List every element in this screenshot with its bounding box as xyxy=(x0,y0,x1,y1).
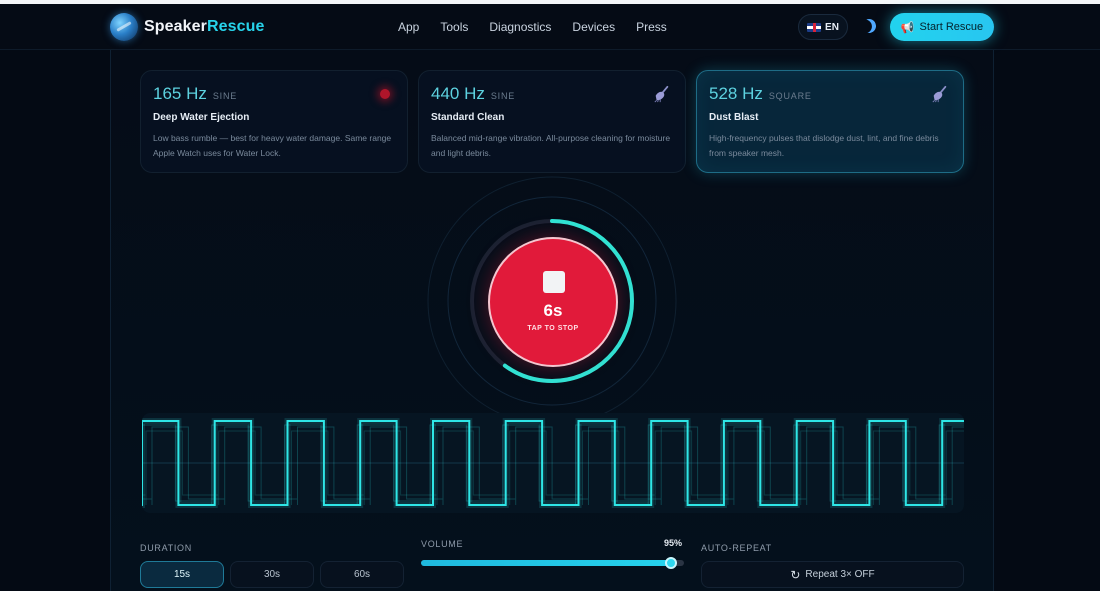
mode-frequency-value: 528 Hz xyxy=(709,84,763,103)
mode-card-standard-clean[interactable]: 440 Hz SINE Standard Clean Balanced mid-… xyxy=(418,70,686,173)
mode-wave-type: SINE xyxy=(490,91,516,101)
volume-label: VOLUME xyxy=(421,539,464,549)
language-selector[interactable]: EN xyxy=(798,14,848,40)
brand-name-part2: Rescue xyxy=(206,18,265,35)
stop-icon xyxy=(543,271,565,293)
volume-slider[interactable] xyxy=(421,557,684,569)
mode-frequency: 528 Hz SQUARE xyxy=(709,84,951,104)
auto-repeat-button-label: Repeat 3× OFF xyxy=(805,569,875,580)
nav-link-tools[interactable]: Tools xyxy=(440,20,468,34)
waveform-trace-0 xyxy=(142,430,964,506)
mode-wave-type: SQUARE xyxy=(768,91,812,101)
auto-repeat-toggle[interactable]: ↻ Repeat 3× OFF xyxy=(701,561,964,588)
brand-name: SpeakerRescue xyxy=(144,18,265,36)
start-rescue-label: Start Rescue xyxy=(919,21,984,33)
waveform-svg xyxy=(142,418,964,508)
stop-button[interactable]: 6s TAP TO STOP xyxy=(488,237,618,367)
waveform-trace-2 xyxy=(142,424,964,506)
auto-repeat-label: AUTO-REPEAT xyxy=(701,543,772,553)
broom-icon xyxy=(932,85,947,103)
mode-description: High-frequency pulses that dislodge dust… xyxy=(709,133,939,158)
nav-link-press[interactable]: Press xyxy=(636,20,667,34)
mode-description: Low bass rumble — best for heavy water d… xyxy=(153,133,392,158)
mode-name: Standard Clean xyxy=(431,112,505,123)
nav-link-devices[interactable]: Devices xyxy=(572,20,615,34)
mode-name: Deep Water Ejection xyxy=(153,112,250,123)
mode-frequency-value: 440 Hz xyxy=(431,84,485,103)
top-navbar: SpeakerRescue App Tools Diagnostics Devi… xyxy=(0,4,1100,50)
waveform-visualizer xyxy=(142,413,964,513)
uk-flag-icon xyxy=(807,22,822,32)
start-rescue-button[interactable]: 📢 Start Rescue xyxy=(890,13,994,41)
duration-option-60s[interactable]: 60s xyxy=(320,561,404,588)
nav-link-diagnostics[interactable]: Diagnostics xyxy=(489,20,551,34)
duration-label: DURATION xyxy=(140,543,192,553)
mode-frequency: 165 Hz SINE xyxy=(153,84,395,104)
repeat-icon: ↻ xyxy=(790,567,801,582)
volume-slider-thumb[interactable] xyxy=(664,557,677,569)
megaphone-icon: 📢 xyxy=(900,21,915,34)
waveform-trace-1 xyxy=(142,426,964,506)
mode-frequency: 440 Hz SINE xyxy=(431,84,673,104)
active-dot-icon xyxy=(380,89,390,99)
mode-frequency-value: 165 Hz xyxy=(153,84,207,103)
speaker-logo-icon xyxy=(110,13,138,41)
mode-card-deep-water[interactable]: 165 Hz SINE Deep Water Ejection Low bass… xyxy=(140,70,408,173)
tap-to-stop-label: TAP TO STOP xyxy=(527,325,579,332)
broom-icon xyxy=(654,85,669,103)
nav-link-app[interactable]: App xyxy=(398,20,419,34)
mode-description: Balanced mid-range vibration. All-purpos… xyxy=(431,133,671,158)
duration-option-15s[interactable]: 15s xyxy=(140,561,224,588)
brand[interactable]: SpeakerRescue xyxy=(110,13,265,41)
volume-slider-fill xyxy=(421,560,671,566)
nav-links: App Tools Diagnostics Devices Press xyxy=(398,20,688,34)
remaining-time: 6s xyxy=(543,301,563,320)
mode-card-dust-blast[interactable]: 528 Hz SQUARE Dust Blast High-frequency … xyxy=(696,70,964,173)
mode-wave-type: SINE xyxy=(212,91,238,101)
mode-name: Dust Blast xyxy=(709,112,759,123)
brand-name-part1: Speaker xyxy=(144,18,207,35)
duration-option-30s[interactable]: 30s xyxy=(230,561,314,588)
volume-value: 95% xyxy=(664,538,683,548)
dark-mode-moon-icon[interactable] xyxy=(860,17,878,35)
language-code: EN xyxy=(825,21,839,33)
